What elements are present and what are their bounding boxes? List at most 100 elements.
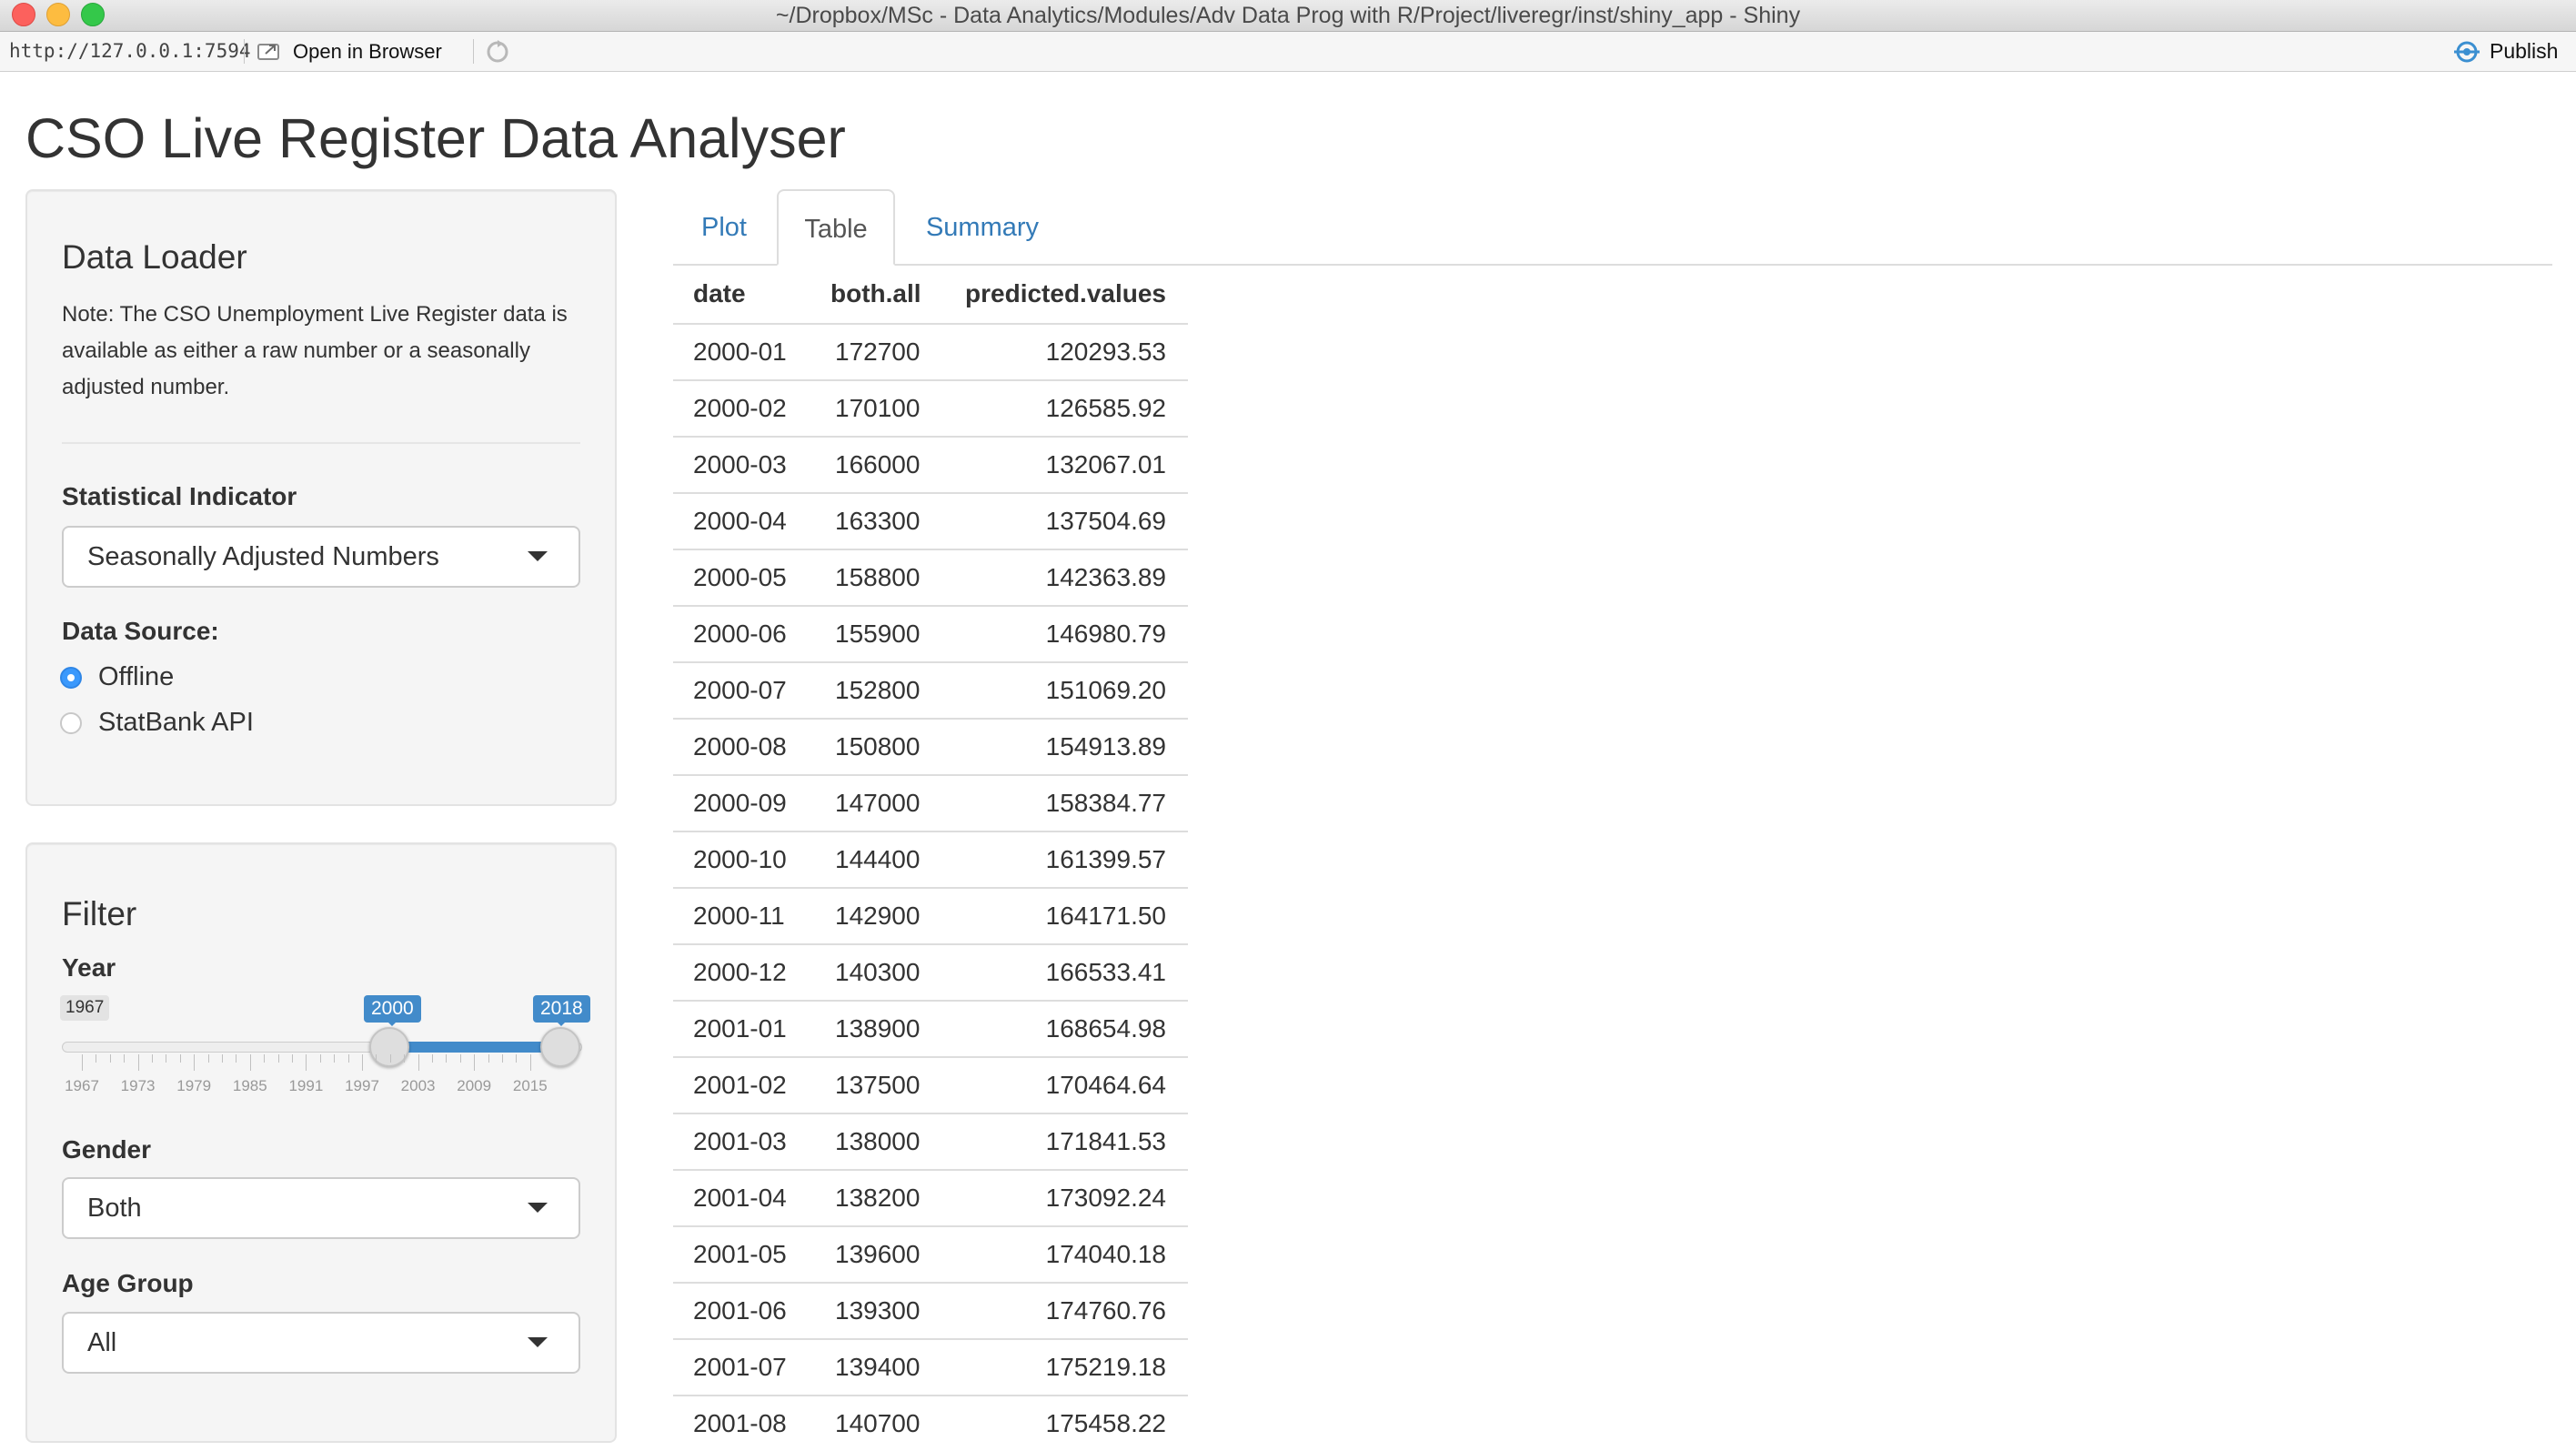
- slider-minor-tick: [334, 1054, 336, 1063]
- cell-both-all: 144400: [835, 845, 921, 873]
- radio-offline[interactable]: [60, 667, 82, 689]
- slider-minor-tick: [124, 1054, 126, 1063]
- toolbar-divider: [244, 39, 245, 64]
- cell-predicted-values: 158384.77: [1045, 789, 1166, 817]
- slider-tick: [529, 1054, 531, 1071]
- cell-both-all: 140300: [835, 958, 921, 986]
- tab-summary[interactable]: Summary: [908, 189, 1057, 266]
- cell-date: 2000-06: [693, 620, 787, 648]
- cell-predicted-values: 168654.98: [1045, 1014, 1166, 1043]
- cell-both-all: 139600: [835, 1240, 921, 1268]
- open-in-browser-icon[interactable]: [257, 40, 282, 62]
- table-row: 2000-12 140300 166533.41: [673, 943, 1188, 1000]
- cell-both-all: 163300: [835, 507, 921, 535]
- publish-button[interactable]: Publish: [2490, 32, 2558, 71]
- year-slider-from-label: 2000: [364, 995, 421, 1026]
- table-row: 2000-01 172700 120293.53: [673, 323, 1188, 379]
- cell-predicted-values: 161399.57: [1045, 845, 1166, 873]
- year-slider-to-handle[interactable]: [540, 1027, 580, 1067]
- slider-minor-tick: [459, 1054, 461, 1063]
- table-row: 2001-06 139300 174760.76: [673, 1282, 1188, 1338]
- gender-select[interactable]: Both: [62, 1177, 580, 1239]
- age-group-select[interactable]: All: [62, 1312, 580, 1374]
- cell-date: 2000-05: [693, 563, 787, 591]
- divider: [62, 442, 580, 444]
- age-group-label: Age Group: [62, 1269, 194, 1297]
- slider-tick: [194, 1054, 196, 1071]
- radio-statbank-api[interactable]: [60, 712, 82, 734]
- cell-date: 2000-10: [693, 845, 787, 873]
- publish-icon[interactable]: [2452, 39, 2481, 65]
- slider-tick: [82, 1054, 83, 1071]
- open-in-browser-button[interactable]: Open in Browser: [293, 32, 442, 71]
- gender-label: Gender: [62, 1135, 152, 1164]
- slider-tick-label: 1973: [120, 1077, 156, 1094]
- slider-minor-tick: [179, 1054, 181, 1063]
- radio-offline-label[interactable]: Offline: [98, 662, 174, 692]
- slider-tick-label: 2015: [512, 1077, 548, 1094]
- cell-both-all: 158800: [835, 563, 921, 591]
- cell-predicted-values: 126585.92: [1045, 394, 1166, 422]
- cell-predicted-values: 151069.20: [1045, 676, 1166, 704]
- chevron-down-icon: [528, 551, 548, 561]
- statistical-indicator-select[interactable]: Seasonally Adjusted Numbers: [62, 526, 580, 588]
- cell-date: 2001-04: [693, 1184, 787, 1212]
- table-row: 2000-02 170100 126585.92: [673, 379, 1188, 436]
- cell-date: 2000-03: [693, 450, 787, 479]
- window-titlebar: ~/Dropbox/MSc - Data Analytics/Modules/A…: [0, 0, 2576, 32]
- slider-minor-tick: [264, 1054, 266, 1063]
- gender-value: Both: [87, 1194, 142, 1223]
- cell-predicted-values: 173092.24: [1045, 1184, 1166, 1212]
- cell-date: 2001-07: [693, 1353, 787, 1381]
- cell-both-all: 155900: [835, 620, 921, 648]
- cell-both-all: 147000: [835, 789, 921, 817]
- cell-date: 2000-12: [693, 958, 787, 986]
- cell-date: 2001-03: [693, 1127, 787, 1155]
- year-slider-min-label: 1967: [60, 995, 110, 1021]
- window-title: ~/Dropbox/MSc - Data Analytics/Modules/A…: [775, 3, 1801, 28]
- slider-tick: [137, 1054, 139, 1071]
- cell-date: 2000-11: [693, 902, 785, 930]
- chevron-down-icon: [528, 1337, 548, 1347]
- cell-both-all: 150800: [835, 732, 921, 761]
- cell-both-all: 142900: [835, 902, 921, 930]
- column-header-date[interactable]: date: [693, 273, 746, 315]
- cell-date: 2001-06: [693, 1296, 787, 1325]
- cell-date: 2000-01: [693, 338, 787, 366]
- column-header-predicted-values[interactable]: predicted.values: [964, 273, 1166, 315]
- toolbar-divider: [473, 39, 474, 64]
- tab-table[interactable]: Table: [777, 189, 895, 266]
- cell-predicted-values: 175219.18: [1045, 1353, 1166, 1381]
- slider-minor-tick: [152, 1054, 153, 1063]
- table-row: 2001-03 138000 171841.53: [673, 1113, 1188, 1169]
- column-header-both-all[interactable]: both.all: [830, 273, 921, 315]
- slider-tick: [306, 1054, 307, 1071]
- refresh-icon[interactable]: [484, 38, 511, 65]
- table-row: 2001-04 138200 173092.24: [673, 1169, 1188, 1225]
- cell-both-all: 140700: [835, 1409, 921, 1437]
- cell-both-all: 170100: [835, 394, 921, 422]
- table-row: 2000-10 144400 161399.57: [673, 831, 1188, 887]
- cell-both-all: 139400: [835, 1353, 921, 1381]
- table-row: 2001-02 137500 170464.64: [673, 1056, 1188, 1113]
- cell-both-all: 166000: [835, 450, 921, 479]
- slider-tick-label: 2003: [400, 1077, 436, 1094]
- year-label: Year: [62, 953, 116, 982]
- viewer-toolbar: http://127.0.0.1:7594 Open in Browser Pu…: [0, 32, 2576, 72]
- slider-tick-label: 1985: [232, 1077, 267, 1094]
- cell-both-all: 152800: [835, 676, 921, 704]
- year-slider-to-label: 2018: [533, 995, 590, 1026]
- table-row: 2000-05 158800 142363.89: [673, 549, 1188, 605]
- chevron-down-icon: [528, 1203, 548, 1213]
- table-row: 2000-08 150800 154913.89: [673, 718, 1188, 774]
- slider-tick-label: 2009: [457, 1077, 492, 1094]
- statistical-indicator-value: Seasonally Adjusted Numbers: [87, 542, 439, 571]
- cell-predicted-values: 137504.69: [1045, 507, 1166, 535]
- slider-minor-tick: [502, 1054, 503, 1063]
- radio-statbank-api-label[interactable]: StatBank API: [98, 708, 254, 738]
- cell-both-all: 139300: [835, 1296, 921, 1325]
- slider-minor-tick: [292, 1054, 293, 1063]
- table-row: 2000-04 163300 137504.69: [673, 492, 1188, 549]
- cell-predicted-values: 175458.22: [1045, 1409, 1166, 1437]
- tab-plot[interactable]: Plot: [679, 189, 770, 266]
